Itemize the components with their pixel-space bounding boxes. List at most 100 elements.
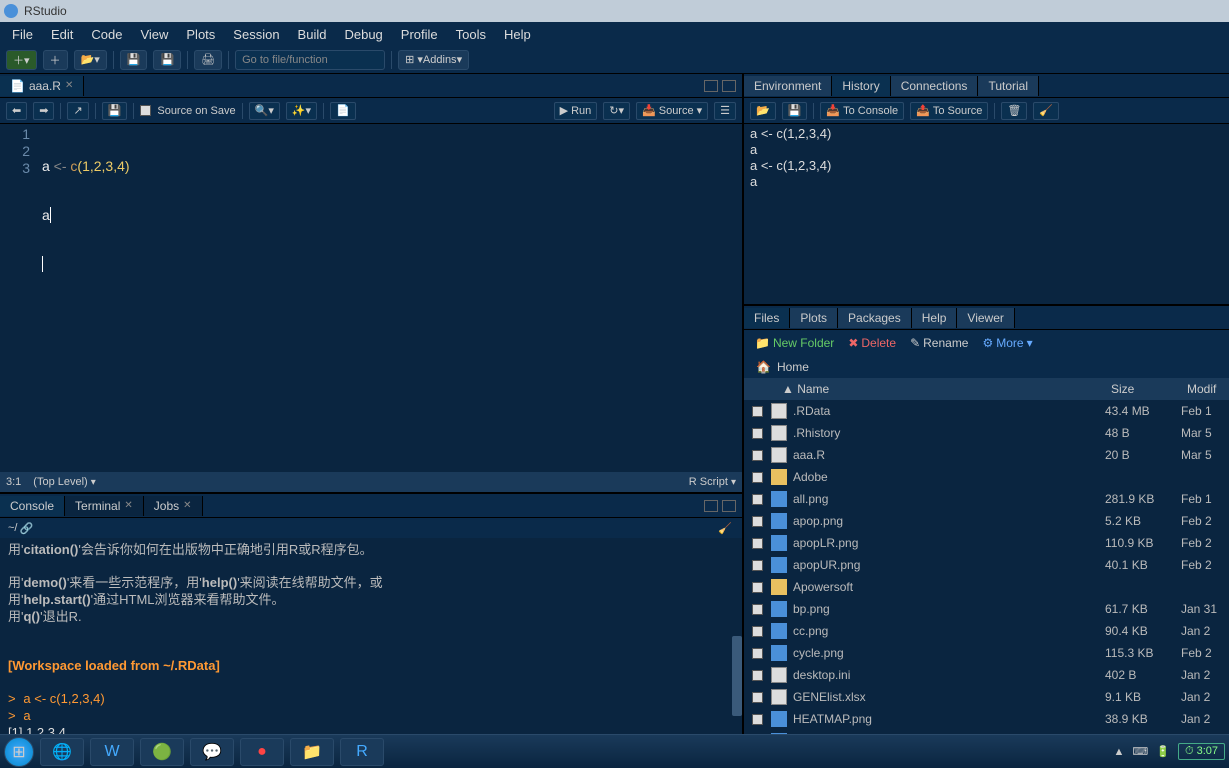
start-button[interactable]: ⊞ (4, 737, 34, 767)
file-row[interactable]: GENElist.xlsx 9.1 KB Jan 2 (744, 686, 1229, 708)
code-editor[interactable]: 1 2 3 a <- c(1,2,3,4) a (0, 124, 742, 472)
minimize-console-icon[interactable] (704, 500, 718, 512)
to-source-button[interactable]: 📤 To Source (910, 102, 988, 120)
menu-plots[interactable]: Plots (178, 25, 223, 44)
goto-file-input[interactable]: Go to file/function (235, 50, 385, 70)
file-row[interactable]: all.png 281.9 KB Feb 1 (744, 488, 1229, 510)
file-row[interactable]: aaa.R 20 B Mar 5 (744, 444, 1229, 466)
file-row[interactable]: .Rhistory 48 B Mar 5 (744, 422, 1229, 444)
file-checkbox[interactable] (752, 582, 763, 593)
file-name[interactable]: cycle.png (793, 646, 1105, 660)
file-row[interactable]: apopLR.png 110.9 KB Feb 2 (744, 532, 1229, 554)
delete-button[interactable]: ✖ Delete (843, 334, 901, 352)
file-checkbox[interactable] (752, 648, 763, 659)
file-row[interactable]: cycle.png 115.3 KB Feb 2 (744, 642, 1229, 664)
file-checkbox[interactable] (752, 692, 763, 703)
connections-tab[interactable]: Connections (891, 76, 979, 96)
file-name[interactable]: .Rhistory (793, 426, 1105, 440)
home-icon[interactable]: 🏠 (756, 360, 771, 374)
source-button[interactable]: 📥 Source ▾ (636, 102, 708, 120)
file-checkbox[interactable] (752, 450, 763, 461)
tray-icon[interactable]: ⌨ (1132, 745, 1148, 758)
viewer-tab[interactable]: Viewer (957, 308, 1014, 328)
col-name[interactable]: ▲ Name (744, 382, 1105, 396)
maximize-console-icon[interactable] (722, 500, 736, 512)
clock[interactable]: ⏱ 3:07 (1178, 743, 1225, 760)
save-button[interactable]: 💾 (120, 50, 148, 70)
file-checkbox[interactable] (752, 560, 763, 571)
menu-build[interactable]: Build (290, 25, 335, 44)
remove-entries-button[interactable]: 🗑 (1001, 102, 1027, 120)
taskbar-wps[interactable]: W (90, 738, 134, 766)
run-button[interactable]: ▶ Run (554, 102, 598, 120)
clear-console-icon[interactable]: 🧹 (718, 522, 732, 535)
files-tab[interactable]: Files (744, 308, 790, 328)
file-name[interactable]: apopUR.png (793, 558, 1105, 572)
outline-button[interactable]: ☰ (714, 102, 736, 120)
terminal-tab[interactable]: Terminal ✕ (65, 496, 144, 516)
menu-tools[interactable]: Tools (448, 25, 494, 44)
file-name[interactable]: HEATMAP.png (793, 712, 1105, 726)
print-button[interactable]: 🖨 (194, 50, 222, 70)
more-button[interactable]: ⚙ More ▾ (977, 334, 1037, 352)
forward-button[interactable]: ➡ (33, 102, 54, 120)
menu-edit[interactable]: Edit (43, 25, 81, 44)
file-checkbox[interactable] (752, 714, 763, 725)
file-row[interactable]: .RData 43.4 MB Feb 1 (744, 400, 1229, 422)
language-selector[interactable]: R Script ▾ (689, 476, 736, 488)
maximize-pane-icon[interactable] (722, 80, 736, 92)
file-name[interactable]: apop.png (793, 514, 1105, 528)
environment-tab[interactable]: Environment (744, 76, 832, 96)
file-name[interactable]: apopLR.png (793, 536, 1105, 550)
file-name[interactable]: Apowersoft (793, 580, 1105, 594)
source-on-save-checkbox[interactable] (140, 105, 151, 116)
taskbar-ie[interactable]: 🌐 (40, 738, 84, 766)
close-tab-icon[interactable]: ✕ (65, 80, 73, 91)
file-row[interactable]: desktop.ini 402 B Jan 2 (744, 664, 1229, 686)
file-checkbox[interactable] (752, 604, 763, 615)
col-modified[interactable]: Modif (1181, 382, 1229, 396)
file-row[interactable]: HEATMAP.png 38.9 KB Jan 2 (744, 708, 1229, 730)
packages-tab[interactable]: Packages (838, 308, 912, 328)
to-console-button[interactable]: 📥 To Console (820, 102, 904, 120)
menu-profile[interactable]: Profile (393, 25, 446, 44)
file-row[interactable]: apop.png 5.2 KB Feb 2 (744, 510, 1229, 532)
file-checkbox[interactable] (752, 626, 763, 637)
save-history-button[interactable]: 💾 (782, 102, 808, 120)
taskbar-explorer[interactable]: 📁 (290, 738, 334, 766)
file-checkbox[interactable] (752, 428, 763, 439)
tutorial-tab[interactable]: Tutorial (978, 76, 1039, 96)
file-row[interactable]: Adobe (744, 466, 1229, 488)
menu-help[interactable]: Help (496, 25, 539, 44)
rename-button[interactable]: ✎ Rename (905, 334, 973, 352)
file-checkbox[interactable] (752, 406, 763, 417)
file-checkbox[interactable] (752, 516, 763, 527)
compile-report-button[interactable]: 📄 (330, 102, 356, 120)
menu-session[interactable]: Session (225, 25, 287, 44)
col-size[interactable]: Size (1105, 382, 1181, 396)
file-name[interactable]: aaa.R (793, 448, 1105, 462)
source-tab[interactable]: 📄 aaa.R ✕ (0, 76, 84, 96)
file-checkbox[interactable] (752, 472, 763, 483)
file-name[interactable]: desktop.ini (793, 668, 1105, 682)
jobs-tab[interactable]: Jobs ✕ (144, 496, 203, 516)
taskbar-record[interactable]: ● (240, 738, 284, 766)
new-folder-button[interactable]: 📁 New Folder (750, 334, 839, 352)
console-scrollbar[interactable] (732, 636, 742, 716)
addins-button[interactable]: ⊞ ▾ Addins ▾ (398, 50, 469, 70)
file-row[interactable]: bp.png 61.7 KB Jan 31 (744, 598, 1229, 620)
file-row[interactable]: cc.png 90.4 KB Jan 2 (744, 620, 1229, 642)
scope-selector[interactable]: (Top Level) ▾ (33, 476, 96, 488)
taskbar-rstudio[interactable]: R (340, 738, 384, 766)
save-file-button[interactable]: 💾 (102, 102, 128, 120)
save-all-button[interactable]: 💾 (153, 50, 181, 70)
tray-icon[interactable]: ▲ (1113, 746, 1124, 758)
file-name[interactable]: bp.png (793, 602, 1105, 616)
console-output[interactable]: 用'citation()'会告诉你如何在出版物中正确地引用R或R程序包。 用'd… (0, 538, 742, 734)
file-checkbox[interactable] (752, 670, 763, 681)
clear-history-button[interactable]: 🧹 (1033, 102, 1059, 120)
minimize-pane-icon[interactable] (704, 80, 718, 92)
file-name[interactable]: all.png (793, 492, 1105, 506)
help-tab[interactable]: Help (912, 308, 958, 328)
find-button[interactable]: 🔍▾ (249, 102, 280, 120)
